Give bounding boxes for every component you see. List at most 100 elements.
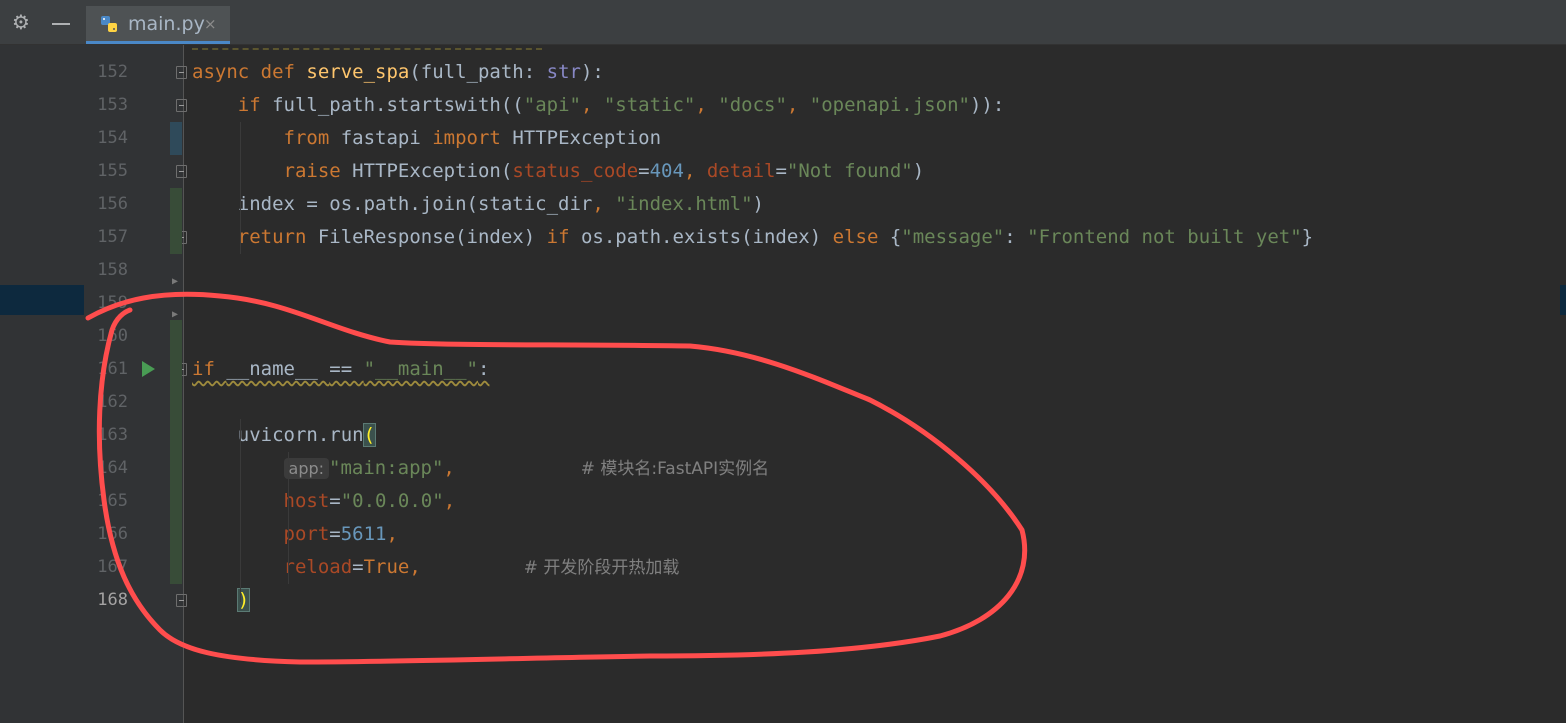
code-token: __name__ (226, 358, 330, 380)
code-token: detail (706, 160, 776, 182)
code-token: raise (283, 160, 353, 182)
code-token: "api" (523, 94, 581, 116)
code-token: = (329, 523, 341, 545)
close-icon[interactable]: × (204, 15, 217, 33)
code-token: } (1301, 226, 1314, 248)
line-number: 168 (97, 590, 128, 610)
code-token: async (192, 61, 261, 83)
fold-toggle-icon[interactable] (176, 99, 187, 112)
line-number: 164 (97, 458, 128, 478)
code-token: "static" (603, 94, 696, 116)
code-token: { (889, 226, 902, 248)
code-comment: # 模块名:FastAPI实例名 (580, 459, 770, 479)
scrollbar-marker[interactable] (1560, 285, 1566, 315)
tab-label: main.py (128, 13, 205, 35)
code-token: , (786, 94, 810, 116)
code-token: ): (580, 61, 604, 83)
code-token: = (329, 490, 341, 512)
code-token: = (352, 556, 364, 578)
code-token: "message" (901, 226, 1005, 248)
code-token: fastapi (340, 127, 433, 149)
gear-icon[interactable]: ⚙ (12, 12, 30, 32)
clipped-line-fragment (192, 40, 542, 50)
minus-icon[interactable] (52, 23, 70, 25)
collapsed-region-icon[interactable]: ▶ (172, 276, 178, 287)
code-token: , (386, 523, 398, 545)
code-line[interactable]: app: "main:app", # 模块名:FastAPI实例名 (192, 452, 769, 485)
line-number: 167 (97, 557, 128, 577)
code-token: HTTPException (512, 127, 662, 149)
code-line[interactable]: host="0.0.0.0", (192, 485, 456, 518)
line-number: 155 (97, 161, 128, 181)
code-line[interactable]: port=5611, (192, 518, 398, 551)
code-line[interactable]: reload=True, # 开发阶段开热加载 (192, 551, 680, 584)
collapsed-region-icon[interactable]: ▶ (172, 309, 178, 320)
code-token: import (432, 127, 513, 149)
code-token: "openapi.json" (809, 94, 970, 116)
code-token: os.path.exists(index) (580, 226, 833, 248)
code-token: 5611 (340, 523, 387, 545)
code-token: "0.0.0.0" (340, 490, 444, 512)
code-line[interactable]: uvicorn.run( (192, 419, 377, 452)
line-number: 166 (97, 524, 128, 544)
code-token: , (592, 193, 616, 215)
fold-toggle-icon[interactable] (176, 594, 187, 607)
code-token: , (443, 490, 456, 512)
code-line[interactable]: if __name__ == "__main__": (192, 353, 489, 386)
code-token: 404 (649, 160, 684, 182)
fold-toggle-icon[interactable] (176, 165, 187, 178)
code-token: else (832, 226, 890, 248)
code-line[interactable]: async def serve_spa(full_path: str): (192, 56, 604, 89)
code-comment: # 开发阶段开热加载 (523, 558, 680, 578)
code-token: "Not found" (786, 160, 913, 182)
code-token: = (775, 160, 787, 182)
fold-toggle-icon[interactable] (176, 66, 187, 79)
code-token: "__main__" (363, 358, 478, 380)
code-token: , (409, 556, 524, 578)
code-token: ) (912, 160, 925, 182)
code-token: == (329, 358, 364, 380)
code-token: serve_spa (306, 61, 410, 83)
code-token: return (237, 226, 318, 248)
code-token: (full_path: (409, 61, 547, 83)
code-line[interactable]: if full_path.startswith(("api", "static"… (192, 89, 1005, 122)
code-token: = (638, 160, 650, 182)
code-token: def (260, 61, 307, 83)
code-token: str (546, 61, 581, 83)
run-icon[interactable] (142, 361, 155, 377)
line-number: 159 (97, 293, 128, 313)
line-number: 158 (97, 260, 128, 280)
parameter-hint: app: (283, 458, 330, 479)
line-number: 152 (97, 62, 128, 82)
code-token: if (192, 358, 227, 380)
code-token: from (283, 127, 341, 149)
code-line[interactable]: from fastapi import HTTPException (192, 122, 662, 155)
code-line[interactable]: return FileResponse(index) if os.path.ex… (192, 221, 1313, 254)
code-token: "main:app" (329, 457, 444, 479)
line-number: 161 (97, 359, 128, 379)
code-token: host (283, 490, 330, 512)
vcs-change-marker[interactable] (170, 122, 182, 155)
line-number: 165 (97, 491, 128, 511)
vcs-change-marker[interactable] (170, 188, 182, 254)
tool-window-strip (0, 45, 85, 723)
code-line[interactable]: raise HTTPException(status_code=404, det… (192, 155, 925, 188)
code-line[interactable]: index = os.path.join(static_dir, "index.… (192, 188, 764, 221)
vcs-change-marker[interactable] (170, 320, 182, 584)
line-number: 162 (97, 392, 128, 412)
code-token: , (683, 160, 707, 182)
code-token: , (443, 457, 581, 479)
code-token: full_path.startswith(( (272, 94, 524, 116)
code-token: "Frontend not built yet" (1027, 226, 1302, 248)
tab-main-py[interactable]: main.py × (86, 6, 230, 44)
code-token: ) (752, 193, 764, 215)
line-number: 160 (97, 326, 128, 346)
code-token: HTTPException( (352, 160, 513, 182)
code-token: if (237, 94, 273, 116)
